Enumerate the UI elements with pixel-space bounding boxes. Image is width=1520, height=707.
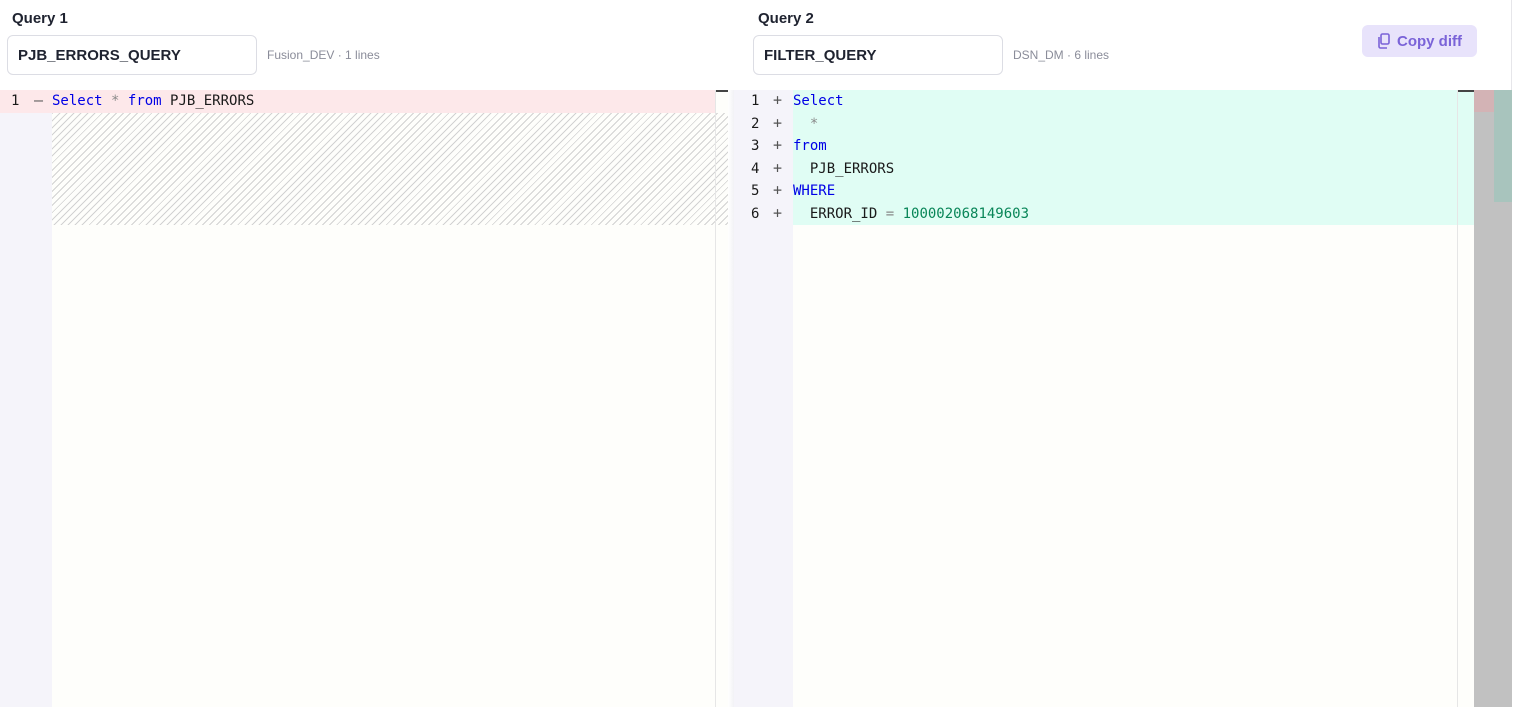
code-token: PJB_ERRORS [161,93,255,109]
line-number: 4 [751,160,760,177]
query-2-meta: DSN_DM · 6 lines [1013,48,1110,62]
overview-added-marker [1494,90,1512,202]
line-number: 6 [751,205,760,222]
code-line[interactable]: ERROR_ID = 100002068149603 [793,203,1029,226]
copy-icon [1377,33,1391,49]
code-line[interactable]: from [793,135,827,158]
original-editor[interactable]: 1 — Select * from PJB_ERRORS [0,90,732,707]
added-line-marker: + [773,203,783,222]
modified-gutter [734,90,793,707]
code-token: from [127,93,162,109]
query-2-label: Query 2 [758,10,814,27]
added-line-marker: + [773,91,783,109]
modified-scroll-marker [1458,90,1474,92]
added-line-marker: + [773,158,783,177]
code-token: 100002068149603 [902,205,1030,222]
added-line-marker: + [773,136,783,154]
added-line-marker: + [773,113,783,132]
modified-scroll-track [1457,90,1458,707]
code-token: Select [52,93,103,109]
code-token: * [809,115,819,132]
code-line[interactable]: Select * from PJB_ERRORS [52,90,254,113]
line-number: 5 [751,183,760,199]
line-number: 1 [11,93,20,109]
query-1-meta: Fusion_DEV · 1 lines [267,48,380,62]
code-token: Select [793,93,844,109]
code-line[interactable]: PJB_ERRORS [793,158,894,181]
header-divider [1511,0,1512,90]
code-line[interactable]: Select [793,90,844,113]
code-line[interactable]: * [793,113,818,136]
code-token: = [885,205,895,222]
query-1-name-input[interactable] [7,35,257,75]
copy-diff-button[interactable]: Copy diff [1362,25,1477,57]
original-gutter [0,90,52,707]
query-2-name-input[interactable] [753,35,1003,75]
original-scroll-track [715,90,716,707]
overview-removed-marker [1474,90,1494,112]
line-number: 1 [751,93,760,109]
copy-diff-label: Copy diff [1397,32,1462,50]
code-token: from [793,138,827,154]
added-line-marker: + [773,181,783,199]
code-token: ERROR_ID [793,205,886,222]
removed-line-marker: — [34,91,44,109]
code-line[interactable]: WHERE [793,180,835,203]
code-token: PJB_ERRORS [793,160,895,177]
code-token: WHERE [793,183,836,199]
line-number: 3 [751,138,760,154]
line-number: 2 [751,115,760,132]
diff-placeholder-hatch [52,113,732,225]
query-1-label: Query 1 [12,10,68,27]
